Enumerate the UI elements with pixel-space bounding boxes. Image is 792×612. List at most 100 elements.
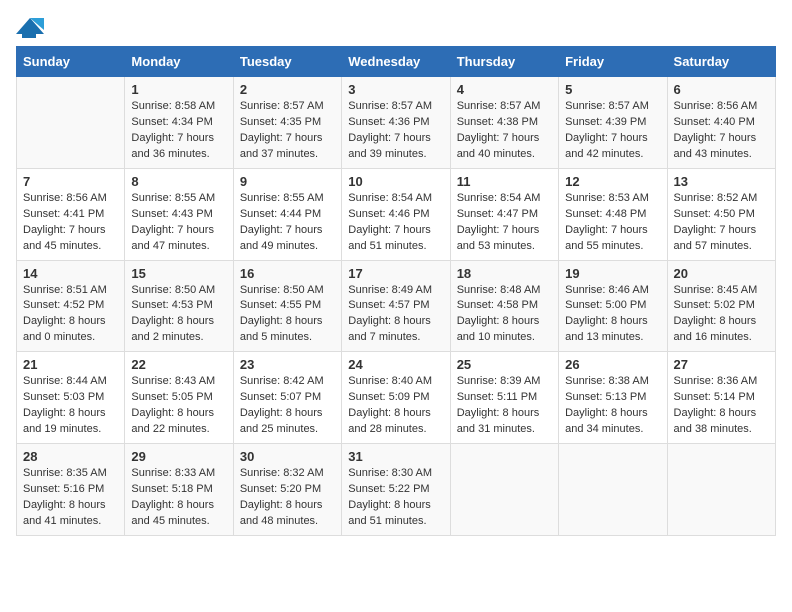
col-header-saturday: Saturday xyxy=(667,47,775,77)
day-number: 4 xyxy=(457,82,552,97)
day-number: 2 xyxy=(240,82,335,97)
calendar-header-row: SundayMondayTuesdayWednesdayThursdayFrid… xyxy=(17,47,776,77)
day-cell: 2Sunrise: 8:57 AMSunset: 4:35 PMDaylight… xyxy=(233,77,341,169)
day-number: 23 xyxy=(240,357,335,372)
sunset-text: Sunset: 5:09 PM xyxy=(348,390,443,406)
day-number: 1 xyxy=(131,82,226,97)
sunrise-text: Sunrise: 8:57 AM xyxy=(240,99,335,115)
day-number: 3 xyxy=(348,82,443,97)
col-header-thursday: Thursday xyxy=(450,47,558,77)
sunrise-text: Sunrise: 8:57 AM xyxy=(348,99,443,115)
sunrise-text: Sunrise: 8:50 AM xyxy=(240,283,335,299)
daylight-text: Daylight: 7 hours and 55 minutes. xyxy=(565,223,660,255)
sunset-text: Sunset: 4:41 PM xyxy=(23,207,118,223)
sunrise-text: Sunrise: 8:30 AM xyxy=(348,466,443,482)
day-number: 8 xyxy=(131,174,226,189)
day-cell: 13Sunrise: 8:52 AMSunset: 4:50 PMDayligh… xyxy=(667,168,775,260)
sunrise-text: Sunrise: 8:43 AM xyxy=(131,374,226,390)
daylight-text: Daylight: 8 hours and 25 minutes. xyxy=(240,406,335,438)
sunset-text: Sunset: 4:57 PM xyxy=(348,298,443,314)
day-cell: 15 Sunrise: 8:50 AMSunset: 4:53 PMDayligh… xyxy=(125,260,233,352)
col-header-monday: Monday xyxy=(125,47,233,77)
day-cell: 18Sunrise: 8:48 AMSunset: 4:58 PMDayligh… xyxy=(450,260,558,352)
day-number: 26 xyxy=(565,357,660,372)
day-number: 15 xyxy=(131,266,226,281)
daylight-text: Daylight: 8 hours and 2 minutes. xyxy=(131,314,226,346)
sunrise-text: Sunrise: 8:54 AM xyxy=(457,191,552,207)
daylight-text: Daylight: 7 hours and 43 minutes. xyxy=(674,131,769,163)
sunset-text: Sunset: 4:55 PM xyxy=(240,298,335,314)
daylight-text: Daylight: 8 hours and 48 minutes. xyxy=(240,498,335,530)
daylight-text: Daylight: 7 hours and 45 minutes. xyxy=(23,223,118,255)
sunrise-text: Sunrise: 8:32 AM xyxy=(240,466,335,482)
day-cell: 1Sunrise: 8:58 AMSunset: 4:34 PMDaylight… xyxy=(125,77,233,169)
daylight-text: Daylight: 7 hours and 51 minutes. xyxy=(348,223,443,255)
sunrise-text: Sunrise: 8:40 AM xyxy=(348,374,443,390)
day-cell: 23Sunrise: 8:42 AMSunset: 5:07 PMDayligh… xyxy=(233,352,341,444)
daylight-text: Daylight: 8 hours and 34 minutes. xyxy=(565,406,660,438)
day-detail: Sunrise: 8:50 AMSunset: 4:55 PMDaylight:… xyxy=(240,283,335,347)
sunrise-text: Sunrise: 8:55 AM xyxy=(240,191,335,207)
day-number: 31 xyxy=(348,449,443,464)
day-cell: 4Sunrise: 8:57 AMSunset: 4:38 PMDaylight… xyxy=(450,77,558,169)
day-number: 5 xyxy=(565,82,660,97)
daylight-text: Daylight: 8 hours and 31 minutes. xyxy=(457,406,552,438)
daylight-text: Daylight: 8 hours and 0 minutes. xyxy=(23,314,118,346)
day-number: 12 xyxy=(565,174,660,189)
day-number: 13 xyxy=(674,174,769,189)
daylight-text: Daylight: 7 hours and 49 minutes. xyxy=(240,223,335,255)
daylight-text: Daylight: 7 hours and 53 minutes. xyxy=(457,223,552,255)
day-detail: Sunrise: 8:48 AMSunset: 4:58 PMDaylight:… xyxy=(457,283,552,347)
day-number: 14 xyxy=(23,266,118,281)
day-number: 22 xyxy=(131,357,226,372)
day-detail: Sunrise: 8:50 AMSunset: 4:53 PMDaylight:… xyxy=(131,283,226,347)
daylight-text: Daylight: 8 hours and 5 minutes. xyxy=(240,314,335,346)
day-detail: Sunrise: 8:30 AMSunset: 5:22 PMDaylight:… xyxy=(348,466,443,530)
daylight-text: Daylight: 8 hours and 22 minutes. xyxy=(131,406,226,438)
daylight-text: Daylight: 7 hours and 42 minutes. xyxy=(565,131,660,163)
sunset-text: Sunset: 4:47 PM xyxy=(457,207,552,223)
sunset-text: Sunset: 4:46 PM xyxy=(348,207,443,223)
day-cell xyxy=(667,444,775,536)
sunset-text: Sunset: 5:13 PM xyxy=(565,390,660,406)
day-cell: 27Sunrise: 8:36 AMSunset: 5:14 PMDayligh… xyxy=(667,352,775,444)
daylight-text: Daylight: 8 hours and 28 minutes. xyxy=(348,406,443,438)
day-number: 24 xyxy=(348,357,443,372)
day-cell: 17Sunrise: 8:49 AMSunset: 4:57 PMDayligh… xyxy=(342,260,450,352)
sunrise-text: Sunrise: 8:57 AM xyxy=(457,99,552,115)
sunrise-text: Sunrise: 8:56 AM xyxy=(674,99,769,115)
day-cell: 5Sunrise: 8:57 AMSunset: 4:39 PMDaylight… xyxy=(559,77,667,169)
day-number: 7 xyxy=(23,174,118,189)
day-number: 10 xyxy=(348,174,443,189)
daylight-text: Daylight: 8 hours and 13 minutes. xyxy=(565,314,660,346)
day-detail: Sunrise: 8:54 AMSunset: 4:46 PMDaylight:… xyxy=(348,191,443,255)
day-cell: 11Sunrise: 8:54 AMSunset: 4:47 PMDayligh… xyxy=(450,168,558,260)
day-cell: 22Sunrise: 8:43 AMSunset: 5:05 PMDayligh… xyxy=(125,352,233,444)
sunset-text: Sunset: 4:48 PM xyxy=(565,207,660,223)
day-cell: 20Sunrise: 8:45 AMSunset: 5:02 PMDayligh… xyxy=(667,260,775,352)
day-cell: 28Sunrise: 8:35 AMSunset: 5:16 PMDayligh… xyxy=(17,444,125,536)
daylight-text: Daylight: 8 hours and 19 minutes. xyxy=(23,406,118,438)
day-detail: Sunrise: 8:53 AMSunset: 4:48 PMDaylight:… xyxy=(565,191,660,255)
page-header xyxy=(16,16,776,38)
sunset-text: Sunset: 4:53 PM xyxy=(131,298,226,314)
sunrise-text: Sunrise: 8:55 AM xyxy=(131,191,226,207)
day-number: 17 xyxy=(348,266,443,281)
sunrise-text: Sunrise: 8:49 AM xyxy=(348,283,443,299)
sunset-text: Sunset: 5:11 PM xyxy=(457,390,552,406)
day-detail: Sunrise: 8:35 AMSunset: 5:16 PMDaylight:… xyxy=(23,466,118,530)
day-detail: Sunrise: 8:56 AMSunset: 4:41 PMDaylight:… xyxy=(23,191,118,255)
daylight-text: Daylight: 7 hours and 57 minutes. xyxy=(674,223,769,255)
sunset-text: Sunset: 5:14 PM xyxy=(674,390,769,406)
day-detail: Sunrise: 8:36 AMSunset: 5:14 PMDaylight:… xyxy=(674,374,769,438)
sunset-text: Sunset: 5:16 PM xyxy=(23,482,118,498)
col-header-wednesday: Wednesday xyxy=(342,47,450,77)
sunset-text: Sunset: 5:07 PM xyxy=(240,390,335,406)
daylight-text: Daylight: 8 hours and 45 minutes. xyxy=(131,498,226,530)
sunrise-text: Sunrise: 8:48 AM xyxy=(457,283,552,299)
sunset-text: Sunset: 4:58 PM xyxy=(457,298,552,314)
day-cell: 29Sunrise: 8:33 AMSunset: 5:18 PMDayligh… xyxy=(125,444,233,536)
day-cell: 31 Sunrise: 8:30 AMSunset: 5:22 PMDayligh… xyxy=(342,444,450,536)
week-row-1: 1Sunrise: 8:58 AMSunset: 4:34 PMDaylight… xyxy=(17,77,776,169)
col-header-tuesday: Tuesday xyxy=(233,47,341,77)
